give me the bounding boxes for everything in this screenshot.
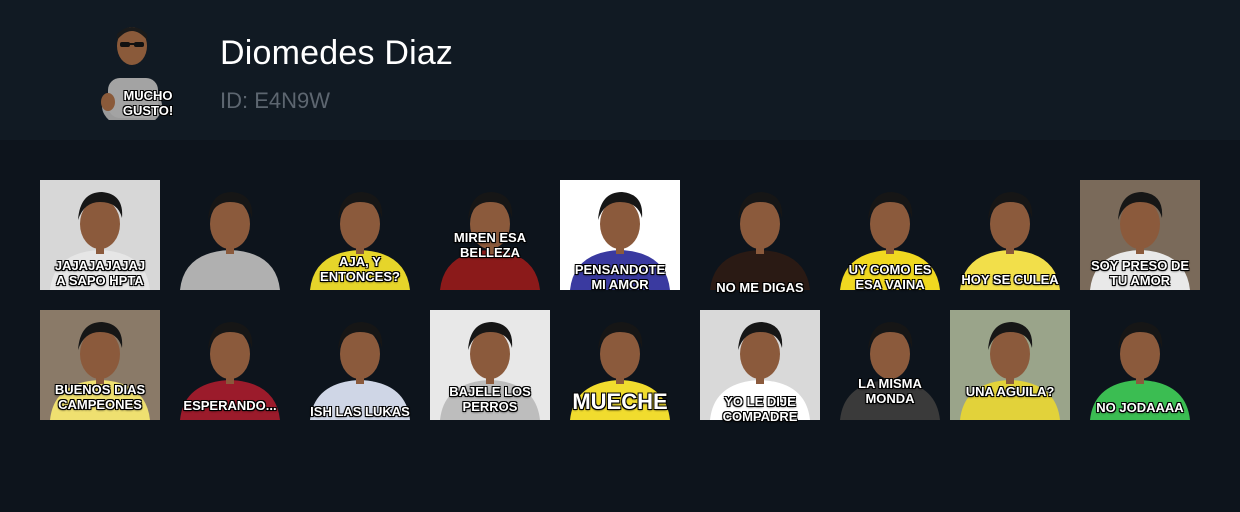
sticker[interactable]: BUENOS DIAS CAMPEONES bbox=[40, 310, 160, 420]
sticker-caption: HOY SE CULEA bbox=[961, 272, 1059, 287]
sticker[interactable]: HOY SE CULEA bbox=[950, 180, 1070, 290]
sticker[interactable]: LA MISMA MONDA bbox=[830, 310, 950, 420]
sticker[interactable]: AJA, Y ENTONCES? bbox=[300, 180, 420, 290]
sticker[interactable]: ESPERANDO... bbox=[170, 310, 290, 420]
pack-header: MUCHO GUSTO! Diomedes Diaz ID: E4N9W bbox=[0, 0, 1240, 140]
sticker-caption: NO ME DIGAS bbox=[716, 280, 804, 295]
sticker-caption: UNA AGUILA? bbox=[965, 384, 1055, 399]
sticker[interactable] bbox=[170, 180, 290, 290]
sticker-caption: MUECHE bbox=[572, 389, 668, 414]
pack-id: ID: E4N9W bbox=[220, 88, 331, 113]
person-illustration bbox=[180, 192, 280, 290]
sticker-grid: JAJAJAJAJAJ A SAPO HPTA AJA, Y ENTONCES? M… bbox=[0, 140, 1240, 512]
pack-icon-sticker[interactable]: MUCHO GUSTO! bbox=[98, 20, 178, 128]
sticker-caption: AJA, Y ENTONCES? bbox=[320, 254, 400, 284]
sticker[interactable]: YO LE DIJE COMPADRE bbox=[700, 310, 820, 424]
sticker-caption: MIREN ESA BELLEZA bbox=[453, 230, 527, 260]
person-illustration bbox=[950, 310, 1070, 420]
sticker-caption: NO JODAAAA bbox=[1096, 400, 1184, 415]
sticker[interactable]: ISH LAS LUKAS bbox=[300, 310, 420, 420]
sticker-caption: ISH LAS LUKAS bbox=[310, 404, 410, 419]
sticker[interactable]: UY COMO ES ESA VAINA bbox=[830, 180, 950, 292]
sticker[interactable]: NO ME DIGAS bbox=[700, 180, 820, 295]
sticker[interactable]: BAJELE LOS PERROS bbox=[430, 310, 550, 420]
sticker-caption: UY COMO ES ESA VAINA bbox=[848, 262, 932, 292]
sticker[interactable]: PENSANDOTE MI AMOR bbox=[560, 180, 680, 292]
pack-icon-caption: MUCHO GUSTO! bbox=[122, 88, 174, 118]
sticker[interactable]: NO JODAAAA bbox=[1080, 310, 1200, 420]
person-illustration bbox=[710, 192, 810, 290]
sticker[interactable]: UNA AGUILA? bbox=[950, 310, 1070, 420]
sticker-caption: BAJELE LOS PERROS bbox=[449, 384, 531, 414]
sticker-caption: LA MISMA MONDA bbox=[858, 376, 922, 406]
sticker-caption: YO LE DIJE COMPADRE bbox=[722, 394, 798, 424]
sticker-caption: JAJAJAJAJAJ A SAPO HPTA bbox=[54, 258, 146, 288]
sticker-caption: SOY PRESO DE TU AMOR bbox=[1090, 258, 1189, 288]
sticker-caption: BUENOS DIAS CAMPEONES bbox=[54, 382, 146, 412]
sticker[interactable]: SOY PRESO DE TU AMOR bbox=[1080, 180, 1200, 290]
sticker[interactable]: JAJAJAJAJAJ A SAPO HPTA bbox=[40, 180, 160, 290]
sticker-caption: ESPERANDO... bbox=[183, 398, 277, 413]
pack-title: Diomedes Diaz bbox=[220, 34, 454, 72]
sticker[interactable]: MIREN ESA BELLEZA bbox=[430, 180, 550, 290]
sticker[interactable]: MUECHE bbox=[560, 310, 680, 420]
sticker-caption: PENSANDOTE MI AMOR bbox=[574, 262, 666, 292]
